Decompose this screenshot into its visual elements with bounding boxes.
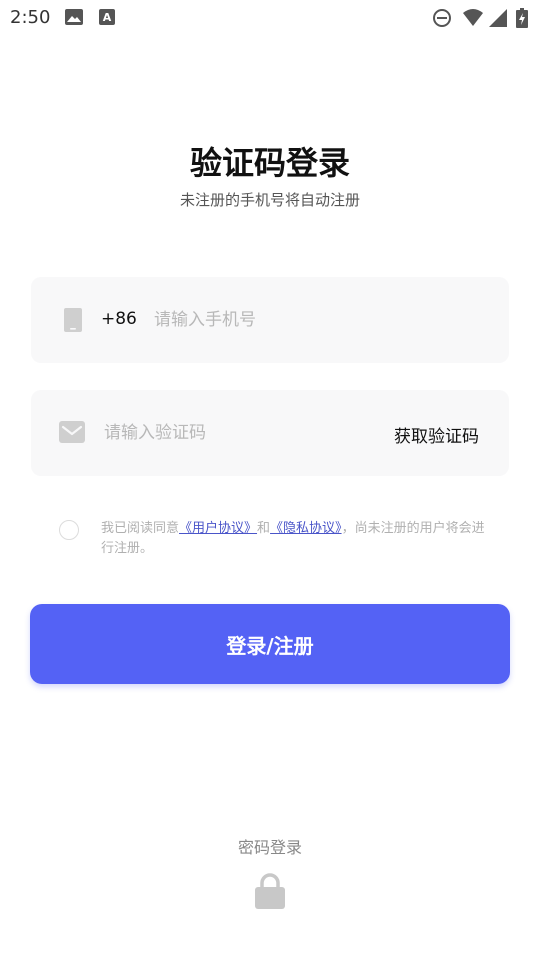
image-icon <box>65 9 83 25</box>
password-login-link[interactable]: 密码登录 <box>0 834 540 858</box>
battery-icon <box>516 8 528 28</box>
phone-field[interactable]: +86 <box>31 277 509 363</box>
svg-text:A: A <box>103 11 112 24</box>
signal-icon <box>489 9 507 27</box>
privacy-policy-link[interactable]: 《隐私协议》 <box>270 521 342 536</box>
login-screen: 2:50 A 验证码登录 未注册的手机号将自动注册 +86 请输入手机号 请输入… <box>0 0 540 960</box>
agreement-and: 和 <box>257 521 271 536</box>
status-bar: 2:50 A <box>0 0 540 36</box>
wifi-icon <box>463 9 483 26</box>
font-a-icon: A <box>99 9 115 25</box>
do-not-disturb-icon <box>433 9 451 27</box>
page-subtitle: 未注册的手机号将自动注册 <box>179 191 360 209</box>
phone-icon <box>64 308 82 332</box>
lock-icon[interactable] <box>253 872 287 910</box>
login-register-button[interactable]: 登录/注册 <box>30 604 510 684</box>
verification-code-field[interactable]: 获取验证码 <box>31 390 509 476</box>
verification-code-input[interactable] <box>104 416 364 450</box>
get-code-button[interactable]: 获取验证码 <box>394 422 479 447</box>
country-code-prefix[interactable]: +86 <box>101 309 137 329</box>
agreement-prefix: 我已阅读同意 <box>101 521 180 536</box>
status-time: 2:50 <box>10 7 51 28</box>
page-title: 验证码登录 <box>189 144 350 182</box>
agreement-checkbox[interactable] <box>59 520 79 540</box>
agreement-text: 我已阅读同意《用户协议》和《隐私协议》，尚未注册的用户将会进行注册。 <box>101 519 491 559</box>
phone-input[interactable] <box>154 303 474 337</box>
user-agreement-link[interactable]: 《用户协议》 <box>179 521 257 536</box>
mail-icon <box>59 421 85 443</box>
